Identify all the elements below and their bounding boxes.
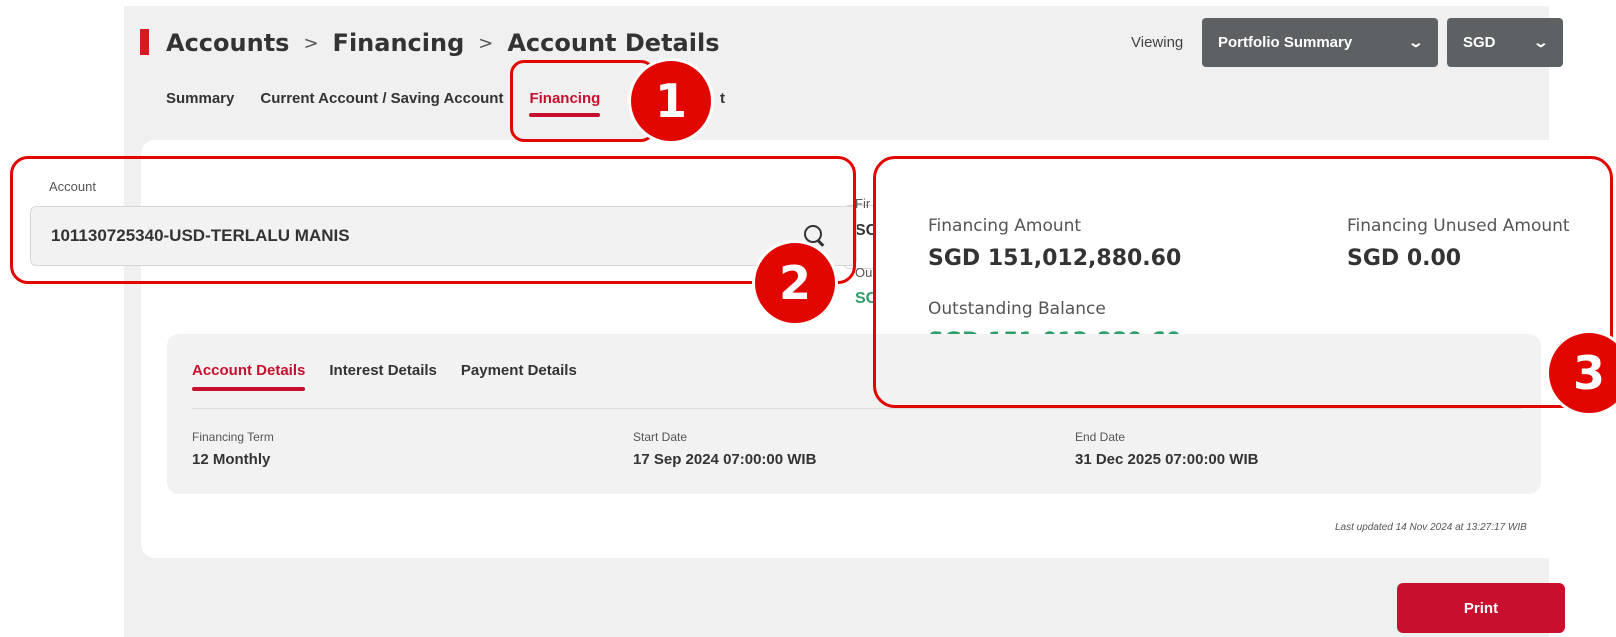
portfolio-select[interactable]: Portfolio Summary ⌄ [1202, 18, 1438, 67]
viewing-label: Viewing [1131, 34, 1184, 51]
currency-select[interactable]: SGD ⌄ [1447, 18, 1563, 67]
divider [192, 408, 1522, 409]
last-updated-text: Last updated 14 Nov 2024 at 13:27:17 WIB [1335, 522, 1527, 533]
financing-term-value: 12 Monthly [192, 451, 271, 468]
obscured-fragment: Fir [855, 196, 871, 211]
tab-payment-details[interactable]: Payment Details [461, 362, 577, 379]
tab-obscured-tail[interactable]: t [720, 90, 725, 107]
currency-select-value: SGD [1463, 34, 1496, 51]
chevron-down-icon: ⌄ [1532, 34, 1550, 50]
portfolio-select-value: Portfolio Summary [1218, 34, 1353, 51]
breadcrumb-financing[interactable]: Financing [333, 29, 465, 57]
start-date-label: Start Date [633, 430, 688, 444]
end-date-value: 31 Dec 2025 07:00:00 WIB [1075, 451, 1259, 468]
print-button[interactable]: Print [1397, 583, 1565, 633]
breadcrumb-accounts[interactable]: Accounts [166, 29, 289, 57]
chevron-down-icon: ⌄ [1407, 34, 1425, 50]
end-date-label: End Date [1075, 430, 1126, 444]
tab-summary[interactable]: Summary [166, 90, 234, 107]
tab-current-saving[interactable]: Current Account / Saving Account [260, 90, 503, 107]
tab-account-details[interactable]: Account Details [192, 362, 306, 391]
obscured-fragment: Ou [855, 265, 873, 280]
annotation-badge-2: 2 [752, 240, 838, 326]
breadcrumb-account-details: Account Details [507, 29, 720, 57]
annotation-highlight-3 [873, 156, 1613, 408]
title-accent-bar [140, 29, 149, 55]
financing-term-label: Financing Term [192, 430, 274, 444]
annotation-badge-1: 1 [628, 58, 714, 144]
chevron-right-icon: > [478, 32, 494, 54]
breadcrumb: Accounts > Financing > Account Details [166, 26, 719, 60]
start-date-value: 17 Sep 2024 07:00:00 WIB [633, 451, 817, 468]
detail-tabs: Account Details Interest Details Payment… [192, 362, 577, 391]
annotation-highlight-2 [10, 156, 856, 284]
tab-interest-details[interactable]: Interest Details [329, 362, 437, 379]
chevron-right-icon: > [303, 32, 319, 54]
